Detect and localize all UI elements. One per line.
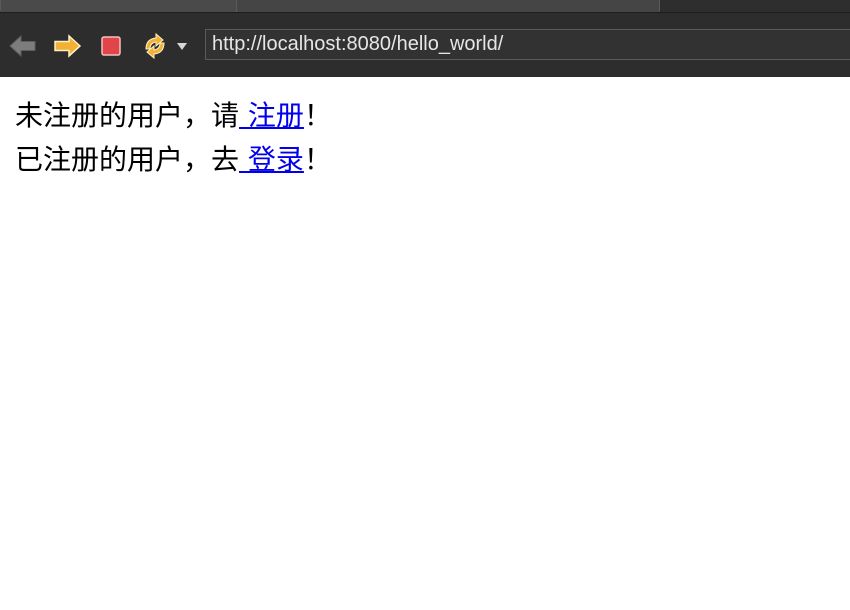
login-line: 已注册的用户，去 登录！ [15,138,332,182]
page-content: 未注册的用户，请 注册！ 已注册的用户，去 登录！ [15,94,332,182]
login-link[interactable]: 登录 [239,143,304,176]
stop-button[interactable] [96,31,126,61]
refresh-icon [145,32,165,60]
forward-button[interactable] [52,31,82,61]
refresh-button[interactable] [140,31,170,61]
arrow-left-icon [9,34,36,58]
tab-strip [0,0,850,12]
login-prompt-text: 已注册的用户，去 [15,143,240,176]
exclamation-text: ！ [303,143,332,176]
arrow-right-icon [54,34,82,58]
browser-toolbar: http://localhost:8080/hello_world/ [0,12,850,77]
register-prompt-text: 未注册的用户，请 [15,99,240,132]
browser-tab-active[interactable] [660,0,850,12]
chevron-down-icon[interactable] [177,43,187,50]
register-link[interactable]: 注册 [239,99,304,132]
back-button[interactable] [8,31,38,61]
stop-icon [101,36,121,56]
address-bar[interactable]: http://localhost:8080/hello_world/ [205,29,850,60]
register-line: 未注册的用户，请 注册！ [15,94,332,138]
browser-tab[interactable] [0,0,237,12]
url-text[interactable]: http://localhost:8080/hello_world/ [212,33,503,56]
browser-tab[interactable] [236,0,660,12]
exclamation-text: ！ [303,99,332,132]
